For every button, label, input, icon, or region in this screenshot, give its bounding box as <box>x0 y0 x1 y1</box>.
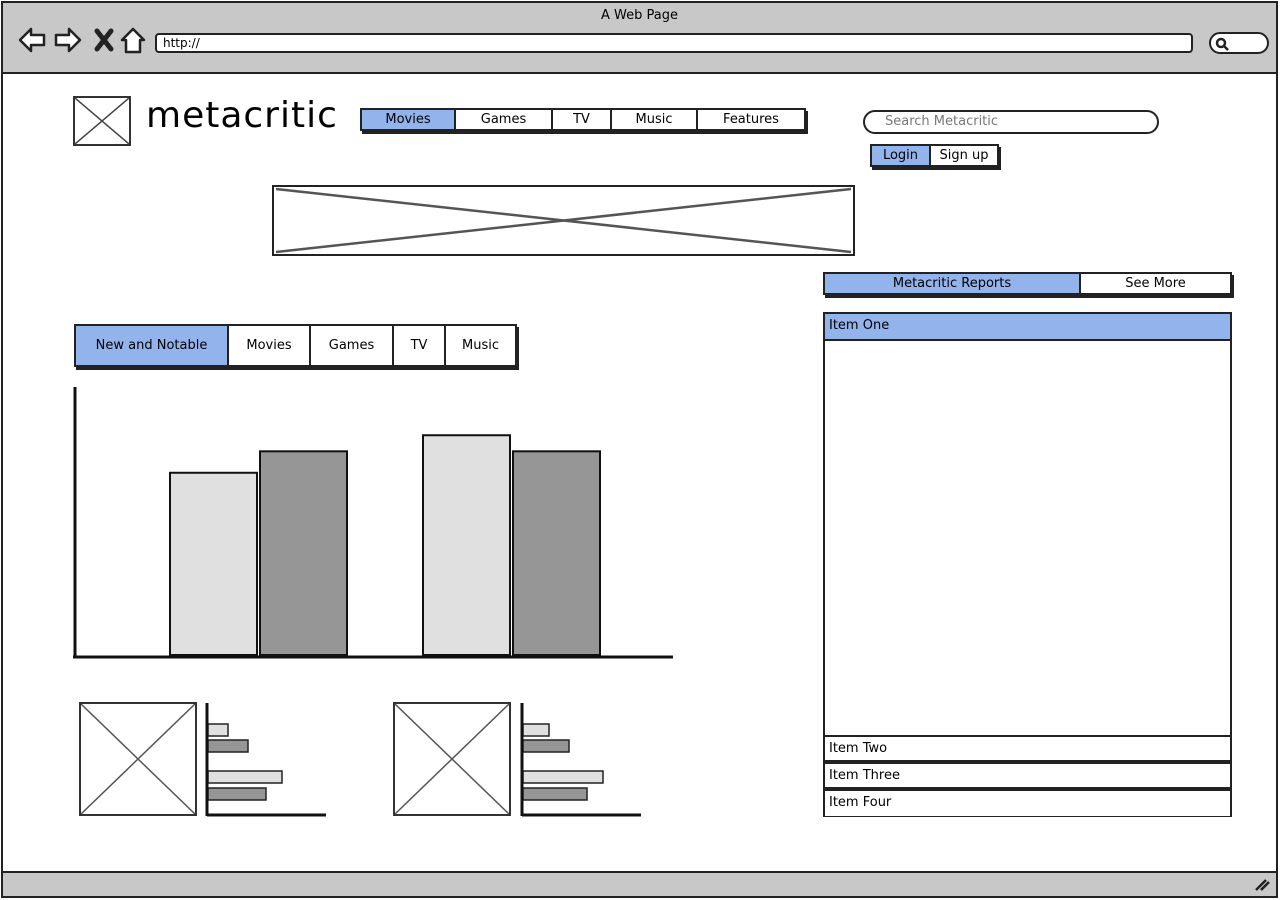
chart-bar <box>512 450 601 656</box>
signup-button[interactable]: Sign up <box>931 146 997 165</box>
login-button[interactable]: Login <box>872 146 931 165</box>
mini-chart-bar <box>207 739 249 753</box>
list-item[interactable]: Item Two <box>825 735 1230 762</box>
mini-chart-bar <box>522 787 588 801</box>
home-icon[interactable] <box>119 25 149 55</box>
site-logo-text[interactable]: metacritic <box>146 95 338 136</box>
resize-grip-icon[interactable] <box>1254 878 1270 892</box>
mini-chart-bar <box>207 770 283 784</box>
stop-icon[interactable] <box>90 25 120 55</box>
mini-chart-bar <box>522 770 604 784</box>
tab-music[interactable]: Music <box>446 326 515 365</box>
tab-see-more[interactable]: See More <box>1081 274 1230 293</box>
nav-music[interactable]: Music <box>612 110 698 129</box>
banner-ad-placeholder <box>272 185 855 256</box>
main-bar-chart <box>73 387 673 659</box>
chart-bar <box>259 450 348 656</box>
mini-bar-chart <box>205 703 326 817</box>
mini-chart-bar <box>207 723 229 737</box>
image-placeholder-icon <box>394 703 510 815</box>
back-icon[interactable] <box>17 25 47 55</box>
nav-features[interactable]: Features <box>698 110 804 129</box>
thumbnail-image <box>393 702 511 816</box>
nav-movies[interactable]: Movies <box>362 110 456 129</box>
reports-tabs: Metacritic Reports See More <box>823 272 1232 295</box>
browser-statusbar <box>3 871 1276 896</box>
tab-games[interactable]: Games <box>311 326 394 365</box>
tab-metacritic-reports[interactable]: Metacritic Reports <box>825 274 1081 293</box>
auth-buttons: Login Sign up <box>870 144 999 167</box>
site-search-input[interactable]: Search Metacritic <box>863 110 1159 134</box>
tab-movies[interactable]: Movies <box>229 326 311 365</box>
mini-chart-bar <box>522 723 550 737</box>
image-placeholder-icon <box>80 703 196 815</box>
list-item[interactable]: Item Four <box>825 789 1230 816</box>
nav-tv[interactable]: TV <box>553 110 612 129</box>
search-icon <box>1215 37 1229 51</box>
reports-list: Item One Item Two Item Three Item Four <box>823 312 1232 817</box>
chart-bar <box>422 434 511 656</box>
thumbnail-image <box>79 702 197 816</box>
category-tabs: New and Notable Movies Games TV Music <box>74 324 517 367</box>
mini-chart-bar <box>522 739 570 753</box>
url-input[interactable]: http:// <box>155 33 1193 53</box>
chart-bar <box>169 471 258 657</box>
mini-bar-chart <box>520 703 641 817</box>
image-placeholder-icon <box>74 97 130 145</box>
logo-image <box>73 96 131 146</box>
image-placeholder-icon <box>275 187 852 254</box>
browser-window: A Web Page http:// metacritic Movies Gam… <box>1 1 1278 898</box>
browser-titlebar: A Web Page http:// <box>3 3 1276 74</box>
list-item[interactable]: Item Three <box>825 762 1230 789</box>
nav-games[interactable]: Games <box>456 110 553 129</box>
forward-icon[interactable] <box>53 25 83 55</box>
tab-tv[interactable]: TV <box>394 326 446 365</box>
window-title: A Web Page <box>601 8 678 23</box>
top-nav: Movies Games TV Music Features <box>360 108 806 131</box>
mini-chart-bar <box>207 787 267 801</box>
list-item[interactable]: Item One <box>825 314 1230 341</box>
browser-search-button[interactable] <box>1209 32 1269 54</box>
tab-new-and-notable[interactable]: New and Notable <box>76 326 229 365</box>
